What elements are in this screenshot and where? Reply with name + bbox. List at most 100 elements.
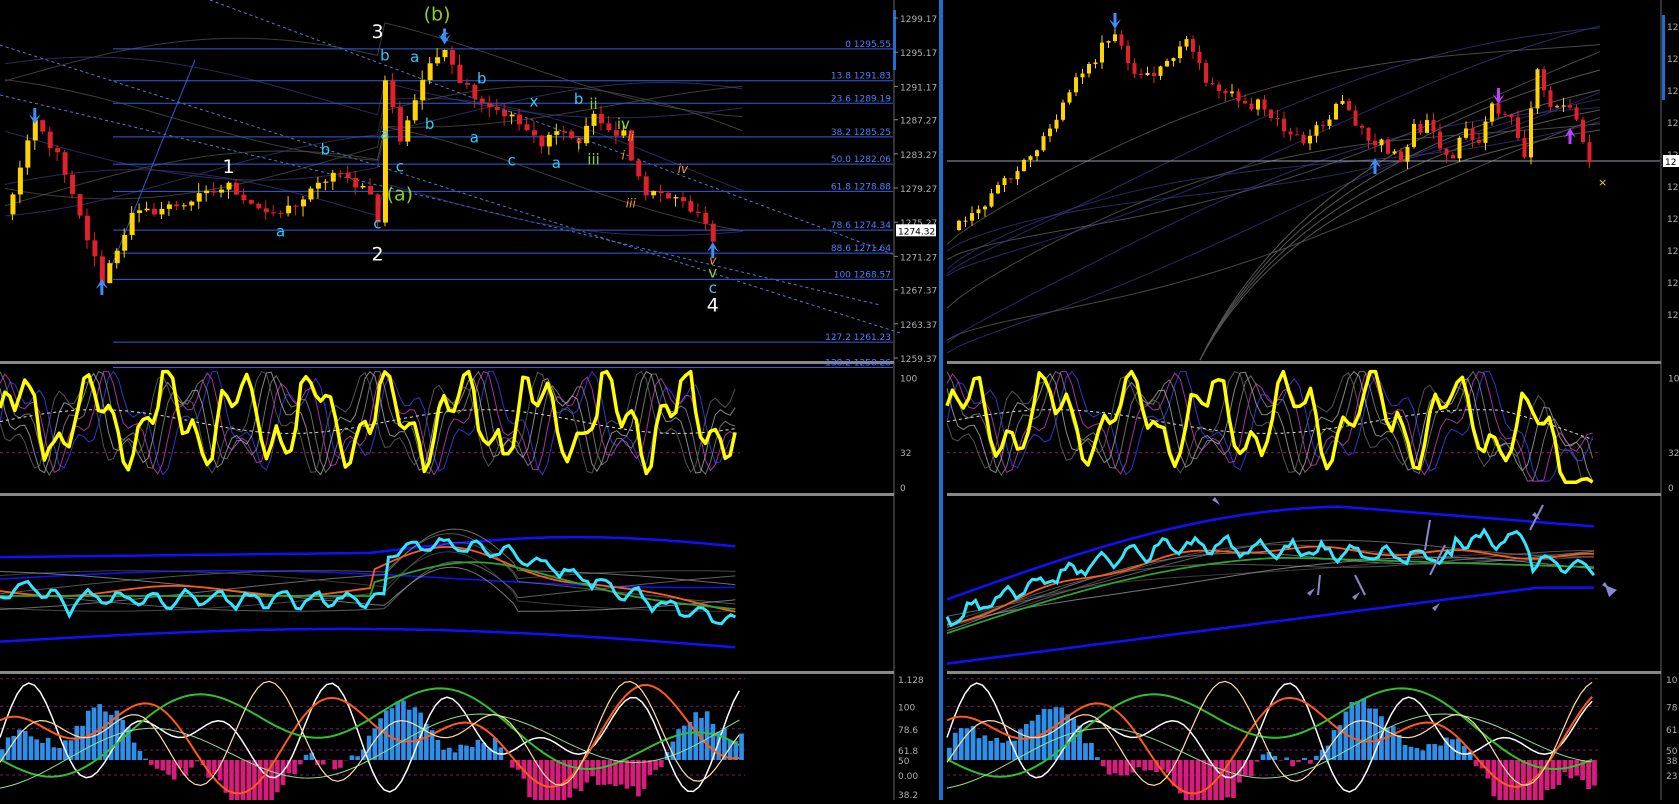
candle-body bbox=[1588, 142, 1592, 162]
candle-body bbox=[1230, 92, 1234, 94]
histogram-bar bbox=[994, 738, 999, 760]
candle-body bbox=[1217, 84, 1221, 91]
histogram-bar bbox=[401, 700, 406, 760]
wave-label: c bbox=[373, 215, 381, 233]
wave-label: 1 bbox=[222, 156, 234, 178]
candle-body bbox=[1464, 128, 1468, 137]
candle-body bbox=[1516, 117, 1520, 138]
rsi-axis-tick: 100 bbox=[900, 375, 917, 385]
candle-body bbox=[517, 115, 522, 125]
price-axis-tick: 12 bbox=[1667, 279, 1678, 289]
histogram-bar bbox=[80, 726, 85, 760]
right-panel-divider bbox=[947, 361, 1661, 364]
candle-body bbox=[1536, 69, 1540, 108]
candle-body bbox=[1497, 103, 1501, 113]
right-panel-divider bbox=[947, 493, 1661, 496]
candle-body bbox=[1009, 178, 1013, 179]
wave-label: iv bbox=[678, 162, 689, 176]
momentum-axis-tick: 38.2 bbox=[898, 791, 918, 800]
candle-body bbox=[1399, 151, 1403, 161]
candle-body bbox=[1393, 151, 1397, 153]
histogram-bar bbox=[1142, 760, 1147, 771]
candle-body bbox=[659, 191, 664, 193]
candle-body bbox=[1360, 126, 1364, 128]
histogram-bar bbox=[1166, 760, 1171, 773]
candle-body bbox=[1510, 115, 1514, 118]
candle-body bbox=[212, 191, 217, 193]
current-price-label: 1274.32 bbox=[898, 227, 935, 237]
candle-body bbox=[241, 195, 246, 200]
histogram-bar bbox=[40, 743, 45, 760]
histogram-bar bbox=[183, 760, 188, 776]
fib-level-label: 38.2 1285.25 bbox=[831, 128, 891, 138]
price-axis-tick: 1271.27 bbox=[900, 253, 937, 263]
candle-body bbox=[1334, 104, 1338, 120]
histogram-bar bbox=[189, 760, 194, 768]
wave-label: x bbox=[530, 93, 539, 111]
momentum-axis-tick: 78.6 bbox=[898, 726, 918, 736]
histogram-bar bbox=[195, 760, 200, 761]
candle-body bbox=[703, 213, 708, 224]
histogram-bar bbox=[596, 760, 601, 785]
candle-body bbox=[1373, 141, 1377, 145]
candle-body bbox=[1458, 138, 1462, 158]
candle-body bbox=[539, 135, 544, 146]
wave-label: c bbox=[507, 152, 515, 170]
candle-body bbox=[1256, 100, 1260, 110]
candle-body bbox=[1308, 136, 1312, 144]
price-axis-tick: 12 bbox=[1667, 23, 1678, 33]
histogram-bar bbox=[1420, 750, 1425, 760]
candle-body bbox=[152, 209, 157, 215]
wave-label: b bbox=[477, 70, 487, 88]
histogram-bar bbox=[373, 728, 378, 760]
histogram-bar bbox=[1107, 760, 1112, 774]
wave-label: iii bbox=[626, 196, 637, 210]
candle-body bbox=[964, 221, 968, 222]
histogram-bar bbox=[1148, 760, 1153, 770]
histogram-bar bbox=[653, 760, 658, 770]
candle-body bbox=[502, 110, 507, 116]
candle-body bbox=[1354, 110, 1358, 125]
x-marker: × bbox=[1598, 176, 1607, 189]
price-axis-tick: 12 bbox=[1667, 215, 1678, 225]
candle-body bbox=[1549, 90, 1553, 107]
histogram-bar bbox=[395, 701, 400, 760]
candle-body bbox=[1094, 62, 1098, 63]
rsi-axis-tick: 32 bbox=[1668, 449, 1679, 459]
histogram-bar bbox=[321, 760, 326, 765]
price-axis-tick: 1283.27 bbox=[900, 151, 937, 161]
candle-body bbox=[115, 251, 120, 263]
histogram-bar bbox=[642, 760, 647, 789]
fib-level-label: 100 1268.57 bbox=[834, 270, 891, 280]
histogram-bar bbox=[1355, 701, 1360, 760]
candle-body bbox=[1542, 69, 1546, 90]
histogram-bar bbox=[292, 760, 297, 774]
histogram-bar bbox=[1184, 760, 1189, 800]
histogram-bar bbox=[1249, 760, 1254, 776]
candle-body bbox=[970, 213, 974, 221]
histogram-bar bbox=[1557, 760, 1562, 785]
histogram-bar bbox=[1284, 758, 1289, 760]
wave-label: 3 bbox=[371, 21, 383, 43]
histogram-bar bbox=[1261, 754, 1266, 760]
candle-body bbox=[279, 213, 284, 214]
candle-body bbox=[1146, 73, 1150, 75]
wave-label: 2 bbox=[371, 243, 383, 265]
fib-level-label: 88.6 1271.64 bbox=[831, 244, 891, 254]
candle-body bbox=[1048, 129, 1052, 137]
candle-body bbox=[1282, 119, 1286, 132]
candle-body bbox=[990, 193, 994, 206]
candle-body bbox=[1477, 140, 1481, 143]
histogram-bar bbox=[1456, 739, 1461, 760]
histogram-bar bbox=[1349, 702, 1354, 760]
candle-body bbox=[398, 107, 403, 141]
histogram-bar bbox=[1089, 743, 1094, 760]
candle-body bbox=[1386, 139, 1390, 153]
candle-body bbox=[1120, 34, 1124, 45]
candle-body bbox=[443, 50, 448, 57]
candle-body bbox=[197, 193, 202, 201]
histogram-bar bbox=[1296, 760, 1301, 762]
candle-body bbox=[1185, 39, 1189, 46]
histogram-bar bbox=[1308, 760, 1313, 764]
histogram-bar bbox=[585, 760, 590, 783]
